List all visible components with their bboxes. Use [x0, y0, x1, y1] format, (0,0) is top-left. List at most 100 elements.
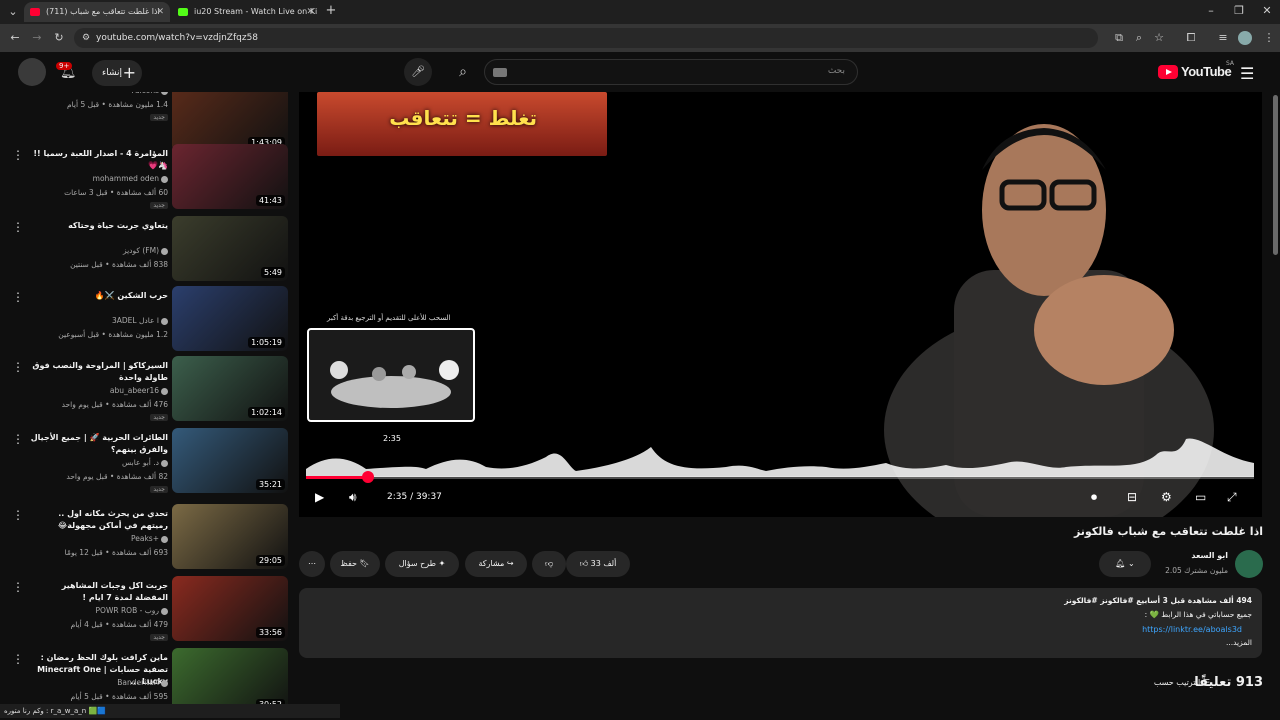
close-tab-icon[interactable]: ✕ — [306, 2, 314, 22]
more-options-icon[interactable]: ⋮ — [12, 290, 24, 304]
channel-name[interactable]: abu_abeer16 — [110, 386, 168, 395]
channel-name[interactable]: POWR ROB - روب — [96, 606, 168, 615]
description-link[interactable]: https://linktr.ee/aboals3d — [1142, 625, 1242, 634]
plus-icon: + — [122, 63, 136, 82]
forward-icon[interactable]: → — [30, 31, 44, 45]
more-options-icon[interactable]: ⋮ — [12, 652, 24, 666]
recommended-video[interactable]: ⋮ 1:02:14 السيركاكو | المراوحة والنصب فوق … — [0, 356, 294, 427]
site-info-icon[interactable]: ⚙ — [79, 31, 93, 45]
video-title[interactable]: السيركاكو | المراوحة والنصب فوق طاولة وا… — [28, 360, 168, 384]
video-title[interactable]: حرب الشكين ⚔️🔥 — [28, 290, 168, 302]
video-thumbnail[interactable]: 1:05:19 — [172, 286, 288, 351]
channel-name[interactable]: Falcons — [131, 92, 168, 95]
video-meta: 838 ألف مشاهدة • قبل سنتين — [70, 260, 168, 269]
reading-list-icon[interactable]: ≡ — [1216, 31, 1230, 45]
keyboard-icon[interactable] — [493, 68, 507, 77]
video-thumbnail[interactable]: 1:43:09 — [172, 92, 288, 151]
description-box[interactable]: 494 ألف مشاهدة قبل 3 أسابيع #فالكونز #فا… — [299, 588, 1262, 658]
more-options-icon[interactable]: ⋮ — [12, 508, 24, 522]
recommended-video[interactable]: ⋮ 35:21 الطائرات الحربية 🚀 | جميع الأجيال … — [0, 428, 294, 499]
seek-preview-hint: السحب للأعلى للتقديم أو الترجيع بدقة أكب… — [327, 314, 451, 322]
maximize-icon[interactable]: ❐ — [1232, 4, 1246, 18]
channel-name[interactable]: mohammed oden — [93, 174, 168, 183]
autoplay-toggle-icon[interactable]: ⏺ — [1091, 490, 1097, 505]
ask-button[interactable]: طرح سؤال ✦ — [385, 551, 459, 577]
close-window-icon[interactable]: ✕ — [1260, 4, 1274, 18]
channel-name[interactable]: كوديز (FM) — [123, 246, 168, 255]
new-badge: جديد — [150, 114, 168, 121]
subscribed-bell-button[interactable]: 🔔︎ ⌄ — [1099, 551, 1151, 577]
tab-youtube[interactable]: (711) اذا غلطت تتعاقب مع شباب ✕ — [24, 2, 170, 22]
recommended-video[interactable]: ⋮ 41:43 المؤامرة 4 - اصدار اللعبة رسميا !!… — [0, 144, 294, 215]
video-thumbnail[interactable]: 29:05 — [172, 504, 288, 569]
more-options-icon[interactable]: ⋮ — [12, 360, 24, 374]
channel-label: د. أبو عابس — [122, 458, 159, 467]
extensions-icon[interactable]: ⧠ — [1184, 31, 1198, 45]
like-button[interactable]: 👍︎ 33 ألف — [566, 551, 630, 577]
back-icon[interactable]: ← — [8, 31, 22, 45]
verified-icon — [161, 607, 168, 615]
progress-track[interactable] — [306, 476, 1254, 479]
show-more-link[interactable]: ...المزيد — [1226, 638, 1252, 647]
recommended-video[interactable]: ⋮ 29:05 تحدي من يحرث مكانه اول .. رميتهم ف… — [0, 504, 294, 575]
fullscreen-icon[interactable]: ⤢ — [1227, 490, 1237, 505]
channel-name[interactable]: Peaks+ — [131, 534, 168, 543]
scrubber-handle[interactable] — [362, 471, 374, 483]
video-title[interactable]: تحدي من يحرث مكانه اول .. رميتهم في أماك… — [28, 508, 168, 532]
more-options-icon[interactable]: ⋮ — [12, 580, 24, 594]
browser-menu-icon[interactable]: ⋮ — [1262, 31, 1276, 45]
video-title[interactable]: الطائرات الحربية 🚀 | جميع الأجيال والفرق… — [28, 432, 168, 456]
zoom-icon[interactable]: ⌕ — [1132, 31, 1146, 45]
voice-search-button[interactable]: 🎤︎ — [404, 58, 432, 86]
more-actions-button[interactable]: ⋯ — [299, 551, 325, 577]
create-button[interactable]: إنشاء + — [92, 60, 142, 86]
channel-name[interactable]: BanderitaX — [117, 678, 168, 687]
subtitles-icon[interactable]: ⊟ — [1127, 490, 1137, 504]
sort-comments-button[interactable]: الترتيب حسب ☰ — [1154, 678, 1210, 687]
theater-mode-icon[interactable]: ▭ — [1195, 490, 1206, 504]
reload-icon[interactable]: ↻ — [52, 31, 66, 45]
channel-name[interactable]: 3ADEL ا عادل — [112, 316, 168, 325]
video-thumbnail[interactable]: 1:02:14 — [172, 356, 288, 421]
save-button[interactable]: حفظ 🔖︎ — [330, 551, 380, 577]
video-thumbnail[interactable]: 5:49 — [172, 216, 288, 281]
page-scrollbar[interactable] — [1273, 95, 1278, 255]
url-text: youtube.com/watch?v=vzdjnZfqz58 — [96, 33, 259, 43]
video-player[interactable]: تغلط = تتعاقب السحب للأعلى للتقديم أو ال… — [299, 92, 1262, 517]
cast-icon[interactable]: ⧉ — [1112, 31, 1126, 45]
search-input[interactable]: بحث — [484, 59, 858, 85]
volume-icon[interactable]: 🔊︎ — [349, 490, 357, 505]
url-field[interactable]: ⚙ youtube.com/watch?v=vzdjnZfqz58 — [74, 28, 1098, 48]
recommended-video[interactable]: ⋮ 5:49 يتعاوي جربت حياة وحتاكه كوديز (FM) 83… — [0, 216, 294, 287]
video-title[interactable]: المؤامرة 4 - اصدار اللعبة رسميا !! 🦄💗 — [28, 148, 168, 172]
account-avatar[interactable] — [18, 58, 46, 86]
channel-name[interactable]: ابو السعد — [1191, 551, 1228, 560]
video-title[interactable]: يتعاوي جربت حياة وحتاكه — [28, 220, 168, 232]
video-thumbnail[interactable]: 41:43 — [172, 144, 288, 209]
video-title[interactable]: جربت اكل وجبات المشاهير المفضلة لمدة 7 ا… — [28, 580, 168, 604]
bookmark-star-icon[interactable]: ☆ — [1152, 31, 1166, 45]
channel-name[interactable]: د. أبو عابس — [122, 458, 168, 467]
more-options-icon[interactable]: ⋮ — [12, 148, 24, 162]
channel-avatar[interactable] — [1235, 550, 1263, 578]
microphone-icon: 🎤︎ — [411, 65, 425, 78]
more-options-icon[interactable]: ⋮ — [12, 220, 24, 234]
video-thumbnail[interactable]: 33:56 — [172, 576, 288, 641]
recommended-video[interactable]: ⋮ 1:05:19 حرب الشكين ⚔️🔥 3ADEL ا عادل 1.2 مل… — [0, 286, 294, 357]
browser-tab-strip: ⌄ (711) اذا غلطت تتعاقب مع شباب ✕ iu20 S… — [0, 0, 1280, 24]
tab-search-icon[interactable]: ⌄ — [6, 5, 20, 19]
settings-gear-icon[interactable]: ⚙ — [1161, 490, 1172, 504]
tab-kick[interactable]: iu20 Stream - Watch Live on Ki ✕ — [172, 2, 320, 22]
guide-menu-icon[interactable]: ☰ — [1240, 64, 1254, 83]
search-icon[interactable]: ⌕ — [456, 65, 470, 79]
new-tab-button[interactable]: + — [324, 4, 338, 18]
more-options-icon[interactable]: ⋮ — [12, 432, 24, 446]
profile-icon[interactable] — [1238, 31, 1252, 45]
video-thumbnail[interactable]: 35:21 — [172, 428, 288, 493]
dislike-button[interactable]: 👎︎ — [532, 551, 566, 577]
recommended-video[interactable]: ⋮ 33:56 جربت اكل وجبات المشاهير المفضلة لم… — [0, 576, 294, 647]
minimize-icon[interactable]: – — [1204, 4, 1218, 18]
share-button[interactable]: مشاركة ↪ — [465, 551, 527, 577]
play-icon[interactable]: ▶ — [315, 490, 324, 504]
close-tab-icon[interactable]: ✕ — [156, 2, 164, 22]
